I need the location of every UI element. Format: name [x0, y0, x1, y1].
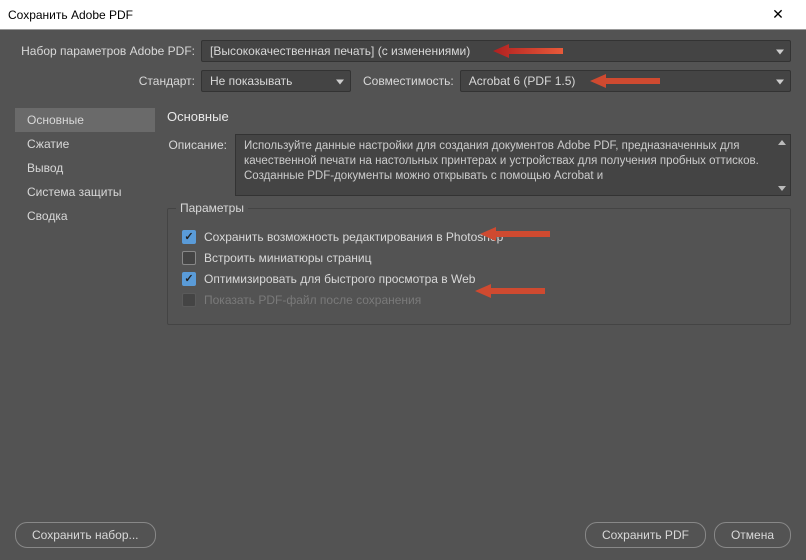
sidebar-item-label: Сжатие — [27, 137, 69, 151]
window-title: Сохранить Adobe PDF — [8, 8, 758, 22]
check-label: Сохранить возможность редактирования в P… — [204, 230, 503, 244]
sidebar-item-label: Основные — [27, 113, 84, 127]
scroll-up-icon[interactable] — [776, 137, 788, 147]
sidebar: Основные Сжатие Вывод Система защиты Сво… — [15, 106, 155, 516]
titlebar: Сохранить Adobe PDF ✕ — [0, 0, 806, 30]
footer: Сохранить набор... Сохранить PDF Отмена — [0, 510, 806, 560]
cancel-button[interactable]: Отмена — [714, 522, 791, 548]
description-row: Описание: Используйте данные настройки д… — [167, 134, 791, 196]
checkbox-icon — [182, 293, 196, 307]
check-preserve-editing[interactable]: Сохранить возможность редактирования в P… — [180, 230, 778, 244]
description-label: Описание: — [167, 134, 227, 196]
preset-value: [Высококачественная печать] (с изменения… — [210, 44, 470, 58]
save-pdf-button[interactable]: Сохранить PDF — [585, 522, 706, 548]
check-label: Встроить миниатюры страниц — [204, 251, 372, 265]
parameters-group: Параметры Сохранить возможность редактир… — [167, 208, 791, 325]
compat-value: Acrobat 6 (PDF 1.5) — [469, 74, 576, 88]
description-text: Используйте данные настройки для создани… — [244, 140, 759, 182]
compat-dropdown[interactable]: Acrobat 6 (PDF 1.5) — [460, 70, 791, 92]
check-view-after-save: Показать PDF-файл после сохранения — [180, 293, 778, 307]
preset-dropdown[interactable]: [Высококачественная печать] (с изменения… — [201, 40, 791, 62]
standard-dropdown[interactable]: Не показывать — [201, 70, 351, 92]
compat-label: Совместимость: — [363, 74, 454, 88]
preset-label: Набор параметров Adobe PDF: — [15, 44, 195, 58]
parameters-legend: Параметры — [176, 201, 248, 215]
sidebar-item-label: Вывод — [27, 161, 63, 175]
check-embed-thumbnails[interactable]: Встроить миниатюры страниц — [180, 251, 778, 265]
check-optimize-web[interactable]: Оптимизировать для быстрого просмотра в … — [180, 272, 778, 286]
checkbox-icon[interactable] — [182, 230, 196, 244]
sidebar-item-label: Система защиты — [27, 185, 122, 199]
scroll-down-icon[interactable] — [776, 183, 788, 193]
checkbox-icon[interactable] — [182, 251, 196, 265]
checkbox-icon[interactable] — [182, 272, 196, 286]
standard-label: Стандарт: — [15, 74, 195, 88]
main: Основные Сжатие Вывод Система защиты Сво… — [0, 106, 806, 516]
sidebar-item-summary[interactable]: Сводка — [15, 204, 155, 228]
description-textarea[interactable]: Используйте данные настройки для создани… — [235, 134, 791, 196]
check-label: Оптимизировать для быстрого просмотра в … — [204, 272, 475, 286]
sidebar-item-label: Сводка — [27, 209, 68, 223]
sidebar-item-compression[interactable]: Сжатие — [15, 132, 155, 156]
save-preset-button[interactable]: Сохранить набор... — [15, 522, 156, 548]
top-controls: Набор параметров Adobe PDF: [Высококачес… — [0, 30, 806, 106]
standard-value: Не показывать — [210, 74, 292, 88]
sidebar-item-general[interactable]: Основные — [15, 108, 155, 132]
sidebar-item-security[interactable]: Система защиты — [15, 180, 155, 204]
check-label: Показать PDF-файл после сохранения — [204, 293, 421, 307]
content: Основные Описание: Используйте данные на… — [167, 106, 791, 516]
section-title: Основные — [167, 106, 791, 134]
sidebar-item-output[interactable]: Вывод — [15, 156, 155, 180]
close-icon[interactable]: ✕ — [758, 6, 798, 23]
